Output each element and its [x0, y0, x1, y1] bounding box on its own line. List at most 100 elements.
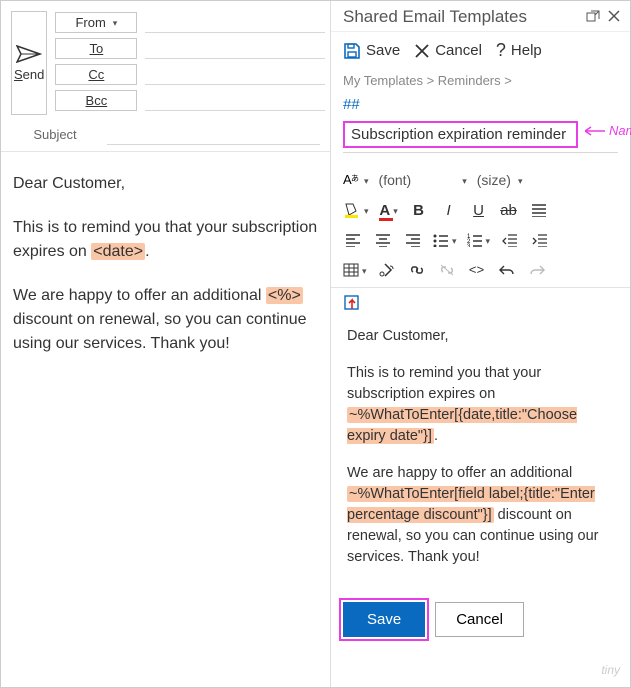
toolbar-save-label: Save	[366, 42, 400, 59]
pane-toolbar: Save Cancel ? Help	[331, 32, 630, 69]
body-p2b: .	[145, 243, 149, 260]
cancel-icon	[414, 43, 430, 59]
tp3a: We are happy to offer an additional	[347, 465, 572, 481]
font-name-label: (font)	[379, 172, 412, 188]
template-paragraph: Dear Customer,	[347, 326, 614, 347]
language-dropdown[interactable]: Aあ ▾	[343, 169, 369, 191]
pane-titlebar: Shared Email Templates	[331, 1, 630, 32]
compose-pane: Send From ▾ To C	[1, 1, 331, 687]
bcc-label: Bcc	[86, 93, 108, 108]
from-label: From	[75, 15, 105, 30]
align-center-button[interactable]	[373, 229, 393, 251]
tp1: Dear Customer,	[347, 328, 449, 344]
outdent-button[interactable]	[500, 229, 520, 251]
align-justify-button[interactable]	[529, 199, 549, 221]
popout-icon[interactable]	[586, 9, 600, 25]
bcc-input[interactable]	[145, 89, 325, 111]
chevron-down-icon: ▾	[393, 206, 398, 217]
font-name-dropdown[interactable]: (font) ▾	[379, 172, 467, 188]
font-color-button[interactable]: A ▾	[379, 199, 399, 221]
indent-button[interactable]	[530, 229, 550, 251]
font-size-label: (size)	[477, 172, 511, 188]
save-button[interactable]: Save	[343, 602, 425, 637]
cc-label: Cc	[88, 67, 104, 82]
tp2a: This is to remind you that your subscrip…	[347, 365, 541, 402]
toolbar-cancel[interactable]: Cancel	[414, 42, 482, 59]
link-button[interactable]	[407, 259, 427, 281]
svg-text:あ: あ	[351, 174, 359, 183]
undo-button[interactable]	[497, 259, 517, 281]
insert-macro-button[interactable]	[343, 294, 618, 312]
strike-button[interactable]: ab	[499, 199, 519, 221]
body-p3-hl: <%>	[266, 287, 303, 304]
toolbar-save[interactable]: Save	[343, 42, 400, 60]
name-callout: Name	[585, 123, 631, 138]
bullet-list-button[interactable]: ▾	[433, 229, 457, 251]
code-button[interactable]: <>	[467, 259, 487, 281]
pane-title: Shared Email Templates	[343, 7, 586, 27]
footer: Save Cancel	[331, 594, 630, 651]
align-left-button[interactable]	[343, 229, 363, 251]
svg-text:3: 3	[467, 244, 471, 247]
table-button[interactable]: ▾	[343, 259, 367, 281]
cc-input[interactable]	[145, 63, 325, 85]
help-icon: ?	[496, 40, 506, 61]
watermark: tiny	[601, 663, 620, 677]
toolbar-help-label: Help	[511, 42, 542, 59]
chevron-down-icon: ▾	[486, 236, 491, 247]
close-icon[interactable]	[608, 9, 620, 25]
bold-button[interactable]: B	[409, 199, 429, 221]
cc-button[interactable]: Cc	[55, 64, 137, 85]
template-name-input[interactable]	[343, 121, 578, 148]
highlight-button[interactable]: ▾	[343, 199, 369, 221]
from-input[interactable]	[145, 11, 325, 33]
toolbar-help[interactable]: ? Help	[496, 40, 542, 61]
from-button[interactable]: From ▾	[55, 12, 137, 33]
body-p2a: This is to remind you that your subscrip…	[13, 219, 317, 260]
send-icon	[16, 45, 42, 63]
template-name-row: Name	[331, 119, 630, 152]
to-label: To	[90, 41, 104, 56]
italic-button[interactable]: I	[439, 199, 459, 221]
templates-pane: Shared Email Templates Save Cancel ? Hel…	[331, 1, 630, 687]
subject-label: Subject	[11, 127, 99, 142]
hash-marker: ##	[331, 94, 630, 119]
body-paragraph: We are happy to offer an additional <%> …	[13, 284, 318, 356]
template-paragraph: We are happy to offer an additional ~%Wh…	[347, 463, 614, 568]
redo-button[interactable]	[527, 259, 547, 281]
align-right-button[interactable]	[403, 229, 423, 251]
toolbar-cancel-label: Cancel	[435, 42, 482, 59]
body-paragraph: This is to remind you that your subscrip…	[13, 216, 318, 264]
address-fields: From ▾ To Cc	[55, 11, 325, 115]
tp2b: .	[434, 428, 438, 444]
breadcrumb[interactable]: My Templates > Reminders >	[331, 69, 630, 94]
body-paragraph: Dear Customer,	[13, 172, 318, 196]
underline-button[interactable]: U	[469, 199, 489, 221]
chevron-down-icon: ▾	[518, 176, 523, 187]
image-button[interactable]	[377, 259, 397, 281]
send-label: Send	[14, 67, 44, 82]
body-p2-hl: <date>	[91, 243, 145, 260]
cancel-button[interactable]: Cancel	[435, 602, 524, 637]
font-size-dropdown[interactable]: (size) ▾	[477, 172, 523, 188]
body-p1: Dear Customer,	[13, 175, 125, 192]
to-button[interactable]: To	[55, 38, 137, 59]
subject-input[interactable]	[107, 123, 320, 145]
send-button[interactable]: Send	[11, 11, 47, 115]
unlink-button[interactable]	[437, 259, 457, 281]
save-icon	[343, 42, 361, 60]
name-callout-text: Name	[609, 123, 631, 138]
body-p3b: discount on renewal, so you can continue…	[13, 311, 307, 352]
numbered-list-button[interactable]: 123 ▾	[467, 229, 491, 251]
compose-header: Send From ▾ To C	[1, 1, 330, 152]
compose-body[interactable]: Dear Customer, This is to remind you tha…	[1, 152, 330, 396]
bcc-button[interactable]: Bcc	[55, 90, 137, 111]
body-p3a: We are happy to offer an additional	[13, 287, 266, 304]
tp2-hl: ~%WhatToEnter[{date,title:"Choose expiry…	[347, 407, 577, 444]
chevron-down-icon: ▾	[362, 266, 367, 277]
template-paragraph: This is to remind you that your subscrip…	[347, 363, 614, 447]
to-input[interactable]	[145, 37, 325, 59]
template-body[interactable]: Dear Customer, This is to remind you tha…	[331, 312, 630, 594]
chevron-down-icon: ▾	[462, 176, 467, 187]
insert-bar	[331, 288, 630, 312]
